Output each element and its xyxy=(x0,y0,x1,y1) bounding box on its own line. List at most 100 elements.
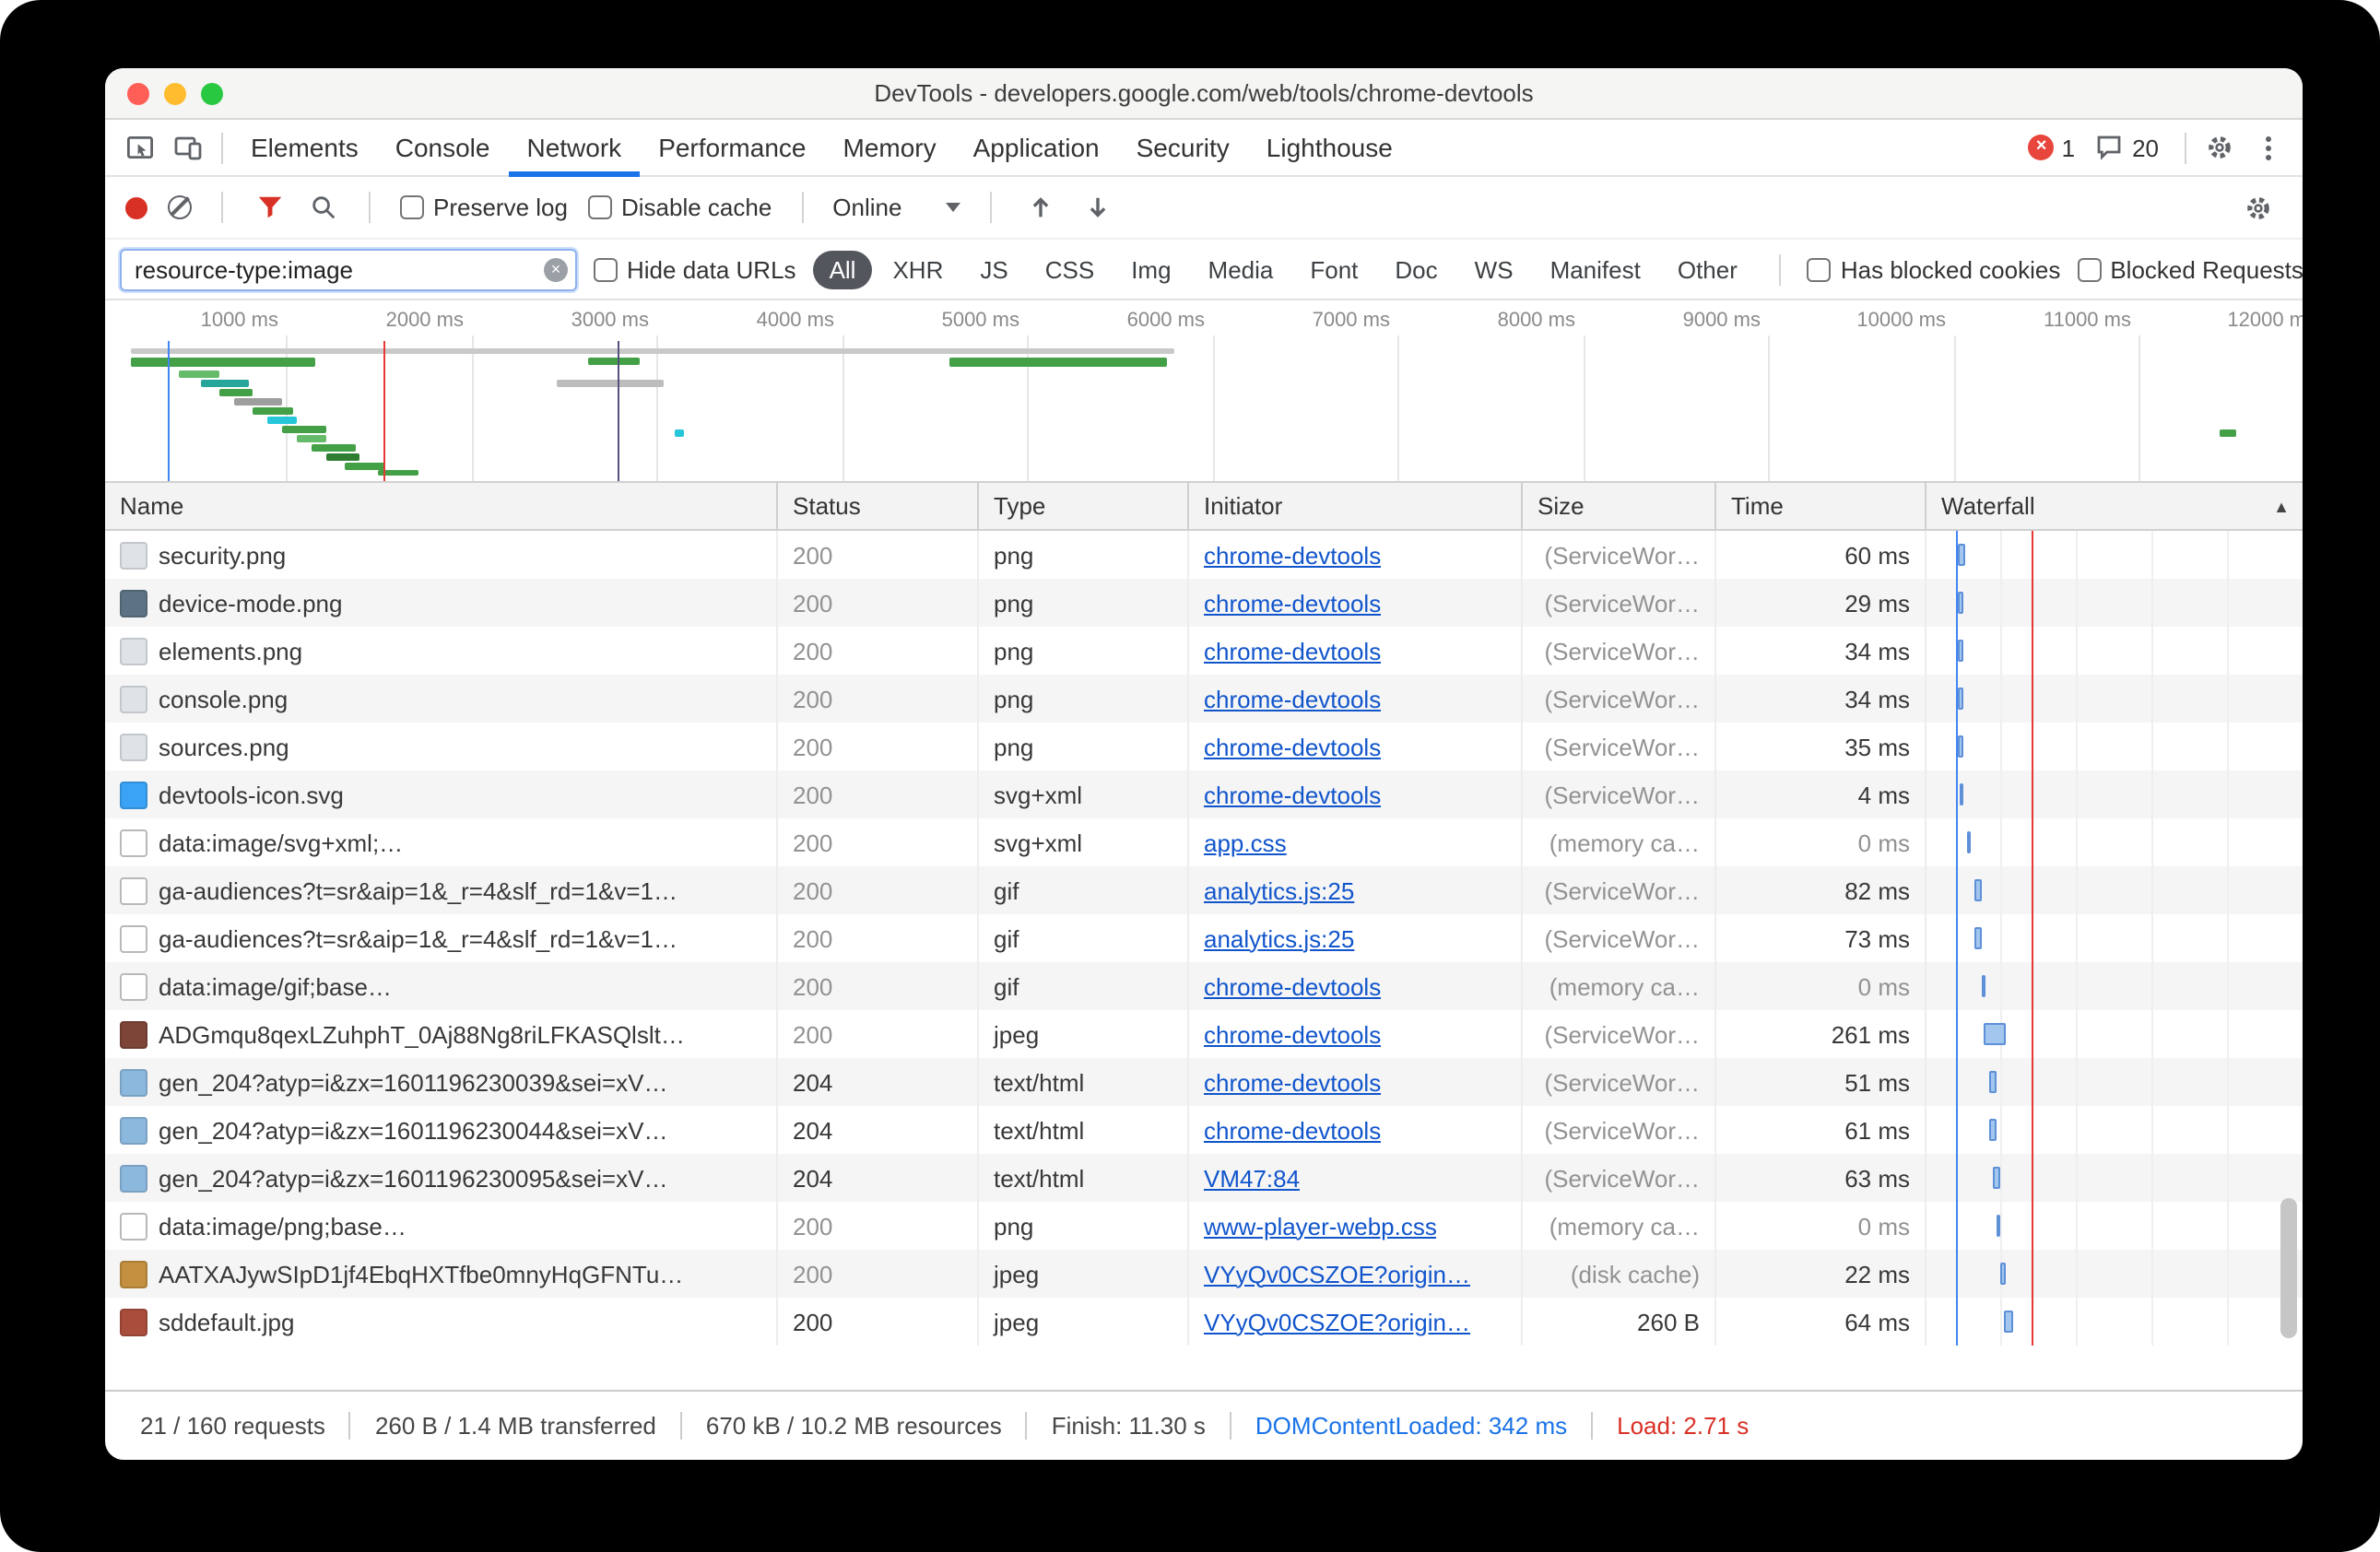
filter-pill-doc[interactable]: Doc xyxy=(1378,250,1454,288)
waterfall-bar xyxy=(1989,1119,1997,1141)
tab-console[interactable]: Console xyxy=(377,119,509,176)
type-cell: text/html xyxy=(979,1058,1189,1106)
table-row[interactable]: elements.png200pngchrome-devtools(Servic… xyxy=(105,627,2303,675)
status-cell: 200 xyxy=(778,1010,979,1058)
initiator-link[interactable]: chrome-devtools xyxy=(1204,781,1381,808)
inspect-button[interactable] xyxy=(116,125,164,170)
waterfall-cell xyxy=(1926,627,2303,675)
table-row[interactable]: AATXAJywSIpD1jf4EbqHXTfbe0mnyHqGFNTu…200… xyxy=(105,1250,2303,1298)
table-row[interactable]: data:image/png;base…200pngwww-player-web… xyxy=(105,1202,2303,1250)
table-row[interactable]: device-mode.png200pngchrome-devtools(Ser… xyxy=(105,579,2303,627)
initiator-link[interactable]: analytics.js:25 xyxy=(1204,876,1354,904)
table-row[interactable]: data:image/svg+xml;…200svg+xmlapp.css(me… xyxy=(105,818,2303,866)
tab-security[interactable]: Security xyxy=(1118,119,1248,176)
initiator-link[interactable]: app.css xyxy=(1204,829,1287,856)
filter-pill-all[interactable]: All xyxy=(813,250,873,288)
has-blocked-cookies-checkbox[interactable] xyxy=(1808,257,1832,281)
import-har-button[interactable] xyxy=(1021,185,1058,229)
vertical-scrollbar-thumb[interactable] xyxy=(2280,1198,2297,1338)
minimize-button[interactable] xyxy=(164,82,186,104)
waterfall-bar xyxy=(2004,1311,2013,1333)
overview-bar xyxy=(949,358,1167,367)
type-cell: jpeg xyxy=(979,1298,1189,1346)
export-har-button[interactable] xyxy=(1078,185,1115,229)
record-button[interactable] xyxy=(125,196,147,218)
column-header-name[interactable]: Name xyxy=(105,483,778,529)
table-row[interactable]: gen_204?atyp=i&zx=1601196230044&sei=xV…2… xyxy=(105,1106,2303,1154)
column-header-size[interactable]: Size xyxy=(1523,483,1716,529)
file-icon xyxy=(120,637,147,664)
tab-elements[interactable]: Elements xyxy=(232,119,377,176)
initiator-link[interactable]: chrome-devtools xyxy=(1204,1020,1381,1048)
table-row[interactable]: devtools-icon.svg200svg+xmlchrome-devtoo… xyxy=(105,770,2303,818)
filter-pill-img[interactable]: Img xyxy=(1114,250,1187,288)
filter-pill-xhr[interactable]: XHR xyxy=(876,250,960,288)
filter-pill-media[interactable]: Media xyxy=(1192,250,1290,288)
preserve-log-checkbox[interactable] xyxy=(400,195,424,219)
tab-application[interactable]: Application xyxy=(955,119,1118,176)
column-header-type[interactable]: Type xyxy=(979,483,1189,529)
initiator-link[interactable]: VM47:84 xyxy=(1204,1164,1300,1192)
table-row[interactable]: sources.png200pngchrome-devtools(Service… xyxy=(105,723,2303,770)
initiator-link[interactable]: www-player-webp.css xyxy=(1204,1212,1437,1240)
more-options-button[interactable] xyxy=(2244,125,2292,170)
initiator-link[interactable]: VYyQv0CSZOE?origin… xyxy=(1204,1308,1470,1335)
initiator-link[interactable]: VYyQv0CSZOE?origin… xyxy=(1204,1260,1470,1287)
column-header-initiator[interactable]: Initiator xyxy=(1189,483,1523,529)
summary-domcontentloaded: DOMContentLoaded: 342 ms xyxy=(1231,1412,1593,1440)
filter-pill-manifest[interactable]: Manifest xyxy=(1534,250,1657,288)
network-settings-button[interactable] xyxy=(2234,185,2282,229)
table-row[interactable]: ga-audiences?t=sr&aip=1&_r=4&slf_rd=1&v=… xyxy=(105,914,2303,962)
size-cell: (ServiceWor… xyxy=(1523,627,1716,675)
initiator-link[interactable]: chrome-devtools xyxy=(1204,637,1381,664)
initiator-link[interactable]: analytics.js:25 xyxy=(1204,924,1354,952)
filter-input[interactable] xyxy=(120,248,577,290)
filter-pill-ws[interactable]: WS xyxy=(1458,250,1530,288)
issues-button[interactable] xyxy=(2091,125,2125,170)
initiator-link[interactable]: chrome-devtools xyxy=(1204,685,1381,712)
filter-toggle-button[interactable] xyxy=(253,185,286,229)
initiator-link[interactable]: chrome-devtools xyxy=(1204,589,1381,617)
initiator-link[interactable]: chrome-devtools xyxy=(1204,541,1381,569)
initiator-cell: VYyQv0CSZOE?origin… xyxy=(1189,1250,1523,1298)
overview-bar xyxy=(234,398,282,406)
clear-filter-icon[interactable]: × xyxy=(544,257,568,281)
filter-pill-other[interactable]: Other xyxy=(1661,250,1754,288)
throttling-select[interactable]: Online xyxy=(832,194,960,221)
table-row[interactable]: sddefault.jpg200jpegVYyQv0CSZOE?origin…2… xyxy=(105,1298,2303,1346)
clear-button[interactable] xyxy=(168,195,192,219)
search-button[interactable] xyxy=(306,185,339,229)
hide-data-urls-checkbox[interactable] xyxy=(594,257,618,281)
tab-memory[interactable]: Memory xyxy=(825,119,955,176)
table-row[interactable]: ga-audiences?t=sr&aip=1&_r=4&slf_rd=1&v=… xyxy=(105,866,2303,914)
table-row[interactable]: ADGmqu8qexLZuhphT_0Aj88Ng8riLFKASQlslt…2… xyxy=(105,1010,2303,1058)
tab-network[interactable]: Network xyxy=(508,119,640,176)
filter-pill-font[interactable]: Font xyxy=(1293,250,1374,288)
device-toolbar-button[interactable] xyxy=(164,125,212,170)
filter-pill-css[interactable]: CSS xyxy=(1029,250,1111,288)
initiator-link[interactable]: chrome-devtools xyxy=(1204,1068,1381,1096)
column-header-status[interactable]: Status xyxy=(778,483,979,529)
table-row[interactable]: gen_204?atyp=i&zx=1601196230039&sei=xV…2… xyxy=(105,1058,2303,1106)
network-overview[interactable]: 1000 ms2000 ms3000 ms4000 ms5000 ms6000 … xyxy=(105,300,2303,481)
error-badge-icon[interactable]: × xyxy=(2029,135,2055,160)
initiator-link[interactable]: chrome-devtools xyxy=(1204,733,1381,760)
disable-cache-checkbox[interactable] xyxy=(588,195,612,219)
table-row[interactable]: gen_204?atyp=i&zx=1601196230095&sei=xV…2… xyxy=(105,1154,2303,1202)
column-header-time[interactable]: Time xyxy=(1716,483,1926,529)
column-header-waterfall[interactable]: Waterfall▲ xyxy=(1926,483,2303,529)
zoom-button[interactable] xyxy=(201,82,223,104)
settings-button[interactable] xyxy=(2196,125,2244,170)
initiator-link[interactable]: chrome-devtools xyxy=(1204,1116,1381,1144)
table-row[interactable]: console.png200pngchrome-devtools(Service… xyxy=(105,675,2303,723)
table-row[interactable]: data:image/gif;base…200gifchrome-devtool… xyxy=(105,962,2303,1010)
tab-lighthouse[interactable]: Lighthouse xyxy=(1248,119,1411,176)
close-button[interactable] xyxy=(127,82,149,104)
name-cell: data:image/png;base… xyxy=(105,1202,778,1250)
status-cell: 200 xyxy=(778,818,979,866)
filter-pill-js[interactable]: JS xyxy=(963,250,1024,288)
tab-performance[interactable]: Performance xyxy=(640,119,824,176)
blocked-requests-checkbox[interactable] xyxy=(2077,257,2101,281)
table-row[interactable]: security.png200pngchrome-devtools(Servic… xyxy=(105,531,2303,579)
initiator-link[interactable]: chrome-devtools xyxy=(1204,972,1381,1000)
